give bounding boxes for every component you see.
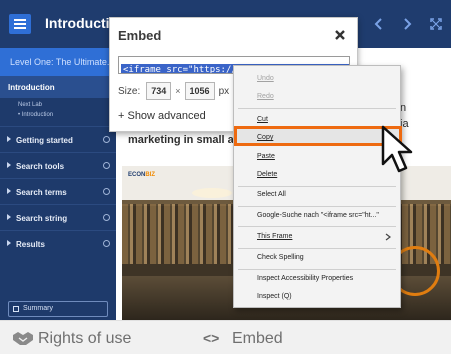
menu-item-undo[interactable]: Undo [234,70,400,88]
section-label: Introduction [8,83,55,92]
next-button[interactable] [397,14,417,34]
summary-icon [13,306,19,312]
times-symbol: × [175,86,181,96]
menu-item-label: Inspect (Q) [257,293,292,300]
menu-item-label: Delete [257,171,278,178]
menu-button[interactable] [9,14,31,34]
context-menu: Undo Redo Cut Copy Paste Delete Select A… [233,65,402,308]
menu-item-copy[interactable]: Copy [234,129,400,147]
logo-prefix: ECON [128,172,146,178]
menu-item-check-spelling[interactable]: Check Spelling [234,249,400,267]
sidebar-section-search-terms[interactable]: Search terms [0,178,116,204]
code-icon[interactable]: <> [203,330,219,346]
sidebar-section-getting-started[interactable]: Getting started [0,126,116,152]
level-header[interactable]: Level One: The Ultimate... [0,48,116,76]
menu-item-label: Google-Suche nach "<iframe src="ht..." [257,212,379,219]
menu-item-this-frame[interactable]: This Frame [234,228,400,246]
menu-item-label: Select All [257,191,286,198]
section-label: Search tools [16,162,65,171]
section-label: Getting started [16,136,73,145]
progress-ring-icon [103,136,110,143]
course-sidebar: Level One: The Ultimate... Introduction … [0,48,116,320]
content-text: marketing in small and [128,134,248,146]
ceiling-lamp-image [192,188,232,198]
unit-label: px [218,85,230,97]
sidebar-section-search-tools[interactable]: Search tools [0,152,116,178]
caret-right-icon [7,136,11,142]
menu-separator [238,226,396,227]
menu-item-label: Check Spelling [257,254,304,261]
chevron-right-icon [385,233,391,241]
caret-right-icon [7,162,11,168]
logo-accent: BIZ [145,172,156,178]
mouse-pointer-icon [381,125,413,173]
size-label: Size: [118,85,141,97]
menu-item-label: Cut [257,116,268,123]
rights-of-use-link[interactable]: Rights of use [38,330,131,348]
close-icon[interactable] [333,28,347,42]
dialog-title: Embed [118,28,162,43]
width-input[interactable]: 734 [146,82,172,100]
section-label: Results [16,240,45,249]
econbiz-logo: ECONBIZ [128,172,155,178]
menu-item-inspect-accessibility[interactable]: Inspect Accessibility Properties [234,270,400,288]
progress-ring-icon [103,162,110,169]
fullscreen-button[interactable] [426,14,446,34]
menu-item-redo[interactable]: Redo [234,88,400,106]
expand-icon [430,18,442,30]
menu-item-select-all[interactable]: Select All [234,186,400,204]
menu-item-label: Undo [257,75,274,82]
show-advanced-link[interactable]: + Show advanced [118,110,206,122]
sidebar-subitem[interactable]: Next Lab [0,98,116,108]
previous-button[interactable] [369,14,389,34]
summary-label: Summary [23,305,53,312]
bottom-bar: Rights of use <> Embed [0,320,451,354]
chevron-right-icon [404,18,412,30]
menu-item-label: Inspect Accessibility Properties [257,275,354,282]
menu-item-label: Redo [257,93,274,100]
menu-item-label: This Frame [257,233,293,240]
caret-right-icon [7,188,11,194]
progress-ring-icon [103,188,110,195]
chevron-left-icon [374,18,382,30]
embed-link[interactable]: Embed [232,330,283,348]
menu-item-google-search[interactable]: Google-Suche nach "<iframe src="ht..." [234,207,400,225]
sidebar-section-introduction[interactable]: Introduction [0,76,116,98]
caret-right-icon [7,240,11,246]
height-input[interactable]: 1056 [184,82,215,100]
section-label: Search string [16,214,68,223]
section-label: Search terms [16,188,67,197]
menu-separator [238,108,396,109]
progress-ring-icon [103,214,110,221]
menu-item-delete[interactable]: Delete [234,166,400,184]
menu-item-paste[interactable]: Paste [234,148,400,166]
progress-ring-icon [103,240,110,247]
menu-item-label: Paste [257,153,275,160]
menu-item-inspect[interactable]: Inspect (Q) [234,288,400,306]
sidebar-section-search-string[interactable]: Search string [0,204,116,230]
sidebar-subitem[interactable]: • Introduction [0,108,116,118]
menu-item-label: Copy [257,134,274,141]
summary-button[interactable]: Summary [8,301,108,317]
caret-right-icon [7,214,11,220]
hamburger-icon [14,19,26,29]
size-row: Size: 734 × 1056 px [118,82,229,100]
handshake-icon[interactable] [12,329,34,347]
sidebar-section-results[interactable]: Results [0,230,116,256]
